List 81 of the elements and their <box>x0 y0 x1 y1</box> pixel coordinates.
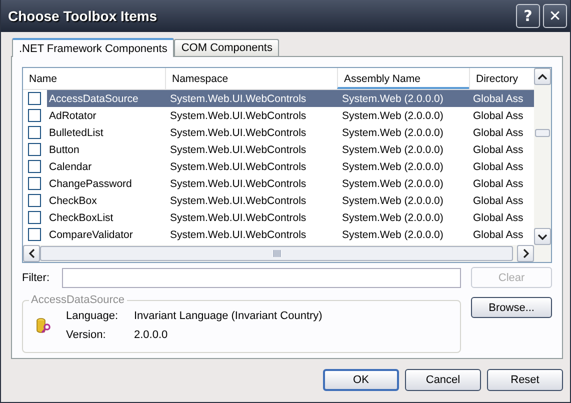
table-cell-text: System.Web (2.0.0.0) <box>341 110 444 122</box>
table-cell-text: AdRotator <box>48 110 98 122</box>
table-cell-text: Global Ass <box>472 144 524 156</box>
close-button[interactable]: ✕ <box>543 4 567 28</box>
table-cell-text: ChangePassword <box>48 178 133 190</box>
table-cell-text: System.Web.UI.WebControls <box>169 126 308 138</box>
table-cell-text: System.Web (2.0.0.0) <box>341 126 444 138</box>
field-label: Version: <box>66 329 107 341</box>
table-cell-text: Global Ass <box>472 194 524 206</box>
table-cell-text: System.Web.UI.WebControls <box>169 212 308 224</box>
filter-field[interactable] <box>62 268 462 288</box>
table-cell-text: CheckBoxList <box>48 212 114 224</box>
column-header[interactable]: Namespace <box>165 68 337 89</box>
vertical-scrollbar[interactable] <box>534 68 551 245</box>
table-cell-text: System.Web (2.0.0.0) <box>341 92 444 104</box>
list-row[interactable]: Button System.Web.UI.WebControls System.Web (2.0.0.0) Global Ass <box>47 141 534 158</box>
checkbox[interactable] <box>28 228 41 241</box>
scroll-thumb[interactable] <box>535 129 550 137</box>
field-value: Invariant Language (Invariant Country) <box>134 310 322 322</box>
filter-label: Filter: <box>22 272 50 284</box>
scroll-down-icon[interactable] <box>534 228 551 245</box>
help-button[interactable]: ? <box>516 4 540 28</box>
scroll-right-icon[interactable] <box>517 245 534 262</box>
list-row[interactable]: ChangePassword System.Web.UI.WebControls System.Web (2.0.0.0) Global Ass <box>47 175 534 192</box>
table-cell-text: Calendar <box>48 160 93 172</box>
list-row[interactable]: CheckBoxList System.Web.UI.WebControls System.Web (2.0.0.0) Global Ass <box>47 209 534 226</box>
list-row[interactable]: CheckBox System.Web.UI.WebControls System.Web (2.0.0.0) Global Ass <box>47 192 534 209</box>
list-row[interactable]: AccessDataSource System.Web.UI.WebControls System.Web (2.0.0.0) Global Ass <box>47 90 534 107</box>
tab[interactable]: COM Components <box>174 39 280 56</box>
table-cell-text: Global Ass <box>472 160 524 172</box>
checkbox[interactable] <box>28 109 41 122</box>
column-header[interactable]: Name <box>23 68 165 89</box>
table-cell-text: Global Ass <box>472 212 524 224</box>
table-cell-text: System.Web.UI.WebControls <box>169 144 308 156</box>
table-cell-text: System.Web (2.0.0.0) <box>341 228 444 240</box>
table-cell-text: Global Ass <box>472 110 524 122</box>
list-row[interactable]: AdRotator System.Web.UI.WebControls System.Web (2.0.0.0) Global Ass <box>47 107 534 124</box>
list-row[interactable]: CompareValidator System.Web.UI.WebControls System.Web (2.0.0.0) Global Ass <box>47 226 534 243</box>
table-cell-text: AccessDataSource <box>48 92 140 104</box>
checkbox[interactable] <box>28 211 41 224</box>
horizontal-scrollbar[interactable] <box>23 245 551 262</box>
table-cell-text: System.Web.UI.WebControls <box>169 228 308 240</box>
table-cell-text: System.Web.UI.WebControls <box>169 160 308 172</box>
table-cell-text: Button <box>48 144 80 156</box>
tab[interactable]: .NET Framework Components <box>12 38 174 57</box>
table-cell-text: Global Ass <box>472 228 524 240</box>
group-title: AccessDataSource <box>29 294 127 306</box>
table-cell-text: System.Web (2.0.0.0) <box>341 194 444 206</box>
table-cell-text: CompareValidator <box>48 228 134 240</box>
list-row[interactable]: BulletedList System.Web.UI.WebControls System.Web (2.0.0.0) Global Ass <box>47 124 534 141</box>
table-cell-text: CheckBox <box>48 194 98 206</box>
list-row[interactable]: Calendar System.Web.UI.WebControls System.Web (2.0.0.0) Global Ass <box>47 158 534 175</box>
checkbox[interactable] <box>28 92 41 105</box>
table-cell-text: Global Ass <box>472 92 524 104</box>
table-cell-text: System.Web (2.0.0.0) <box>341 160 444 172</box>
table-cell-text: System.Web.UI.WebControls <box>169 92 308 104</box>
checkbox[interactable] <box>28 194 41 207</box>
scroll-left-icon[interactable] <box>23 245 40 262</box>
table-cell-text: System.Web.UI.WebControls <box>169 178 308 190</box>
scroll-thumb[interactable] <box>40 246 513 261</box>
checkbox[interactable] <box>28 143 41 156</box>
table-cell-text: System.Web.UI.WebControls <box>169 110 308 122</box>
assembly-icon <box>35 316 53 334</box>
table-cell-text: Global Ass <box>472 178 524 190</box>
table-cell-text: System.Web.UI.WebControls <box>169 194 308 206</box>
table-cell-text: BulletedList <box>48 126 104 138</box>
browse-button[interactable]: Browse... <box>471 297 552 318</box>
checkbox[interactable] <box>28 160 41 173</box>
dialog-button[interactable]: Cancel <box>405 369 481 391</box>
dialog-button[interactable]: Reset <box>487 369 563 391</box>
checkbox[interactable] <box>28 177 41 190</box>
dialog-button[interactable]: OK <box>323 369 399 391</box>
field-value: 2.0.0.0 <box>134 329 168 341</box>
table-cell-text: System.Web (2.0.0.0) <box>341 178 444 190</box>
checkbox[interactable] <box>28 126 41 139</box>
scroll-up-icon[interactable] <box>534 68 551 85</box>
table-cell-text: Global Ass <box>472 126 524 138</box>
table-cell-text: System.Web (2.0.0.0) <box>341 212 444 224</box>
window-title: Choose Toolbox Items <box>8 8 158 24</box>
table-cell-text: System.Web (2.0.0.0) <box>341 144 444 156</box>
field-label: Language: <box>66 310 119 322</box>
